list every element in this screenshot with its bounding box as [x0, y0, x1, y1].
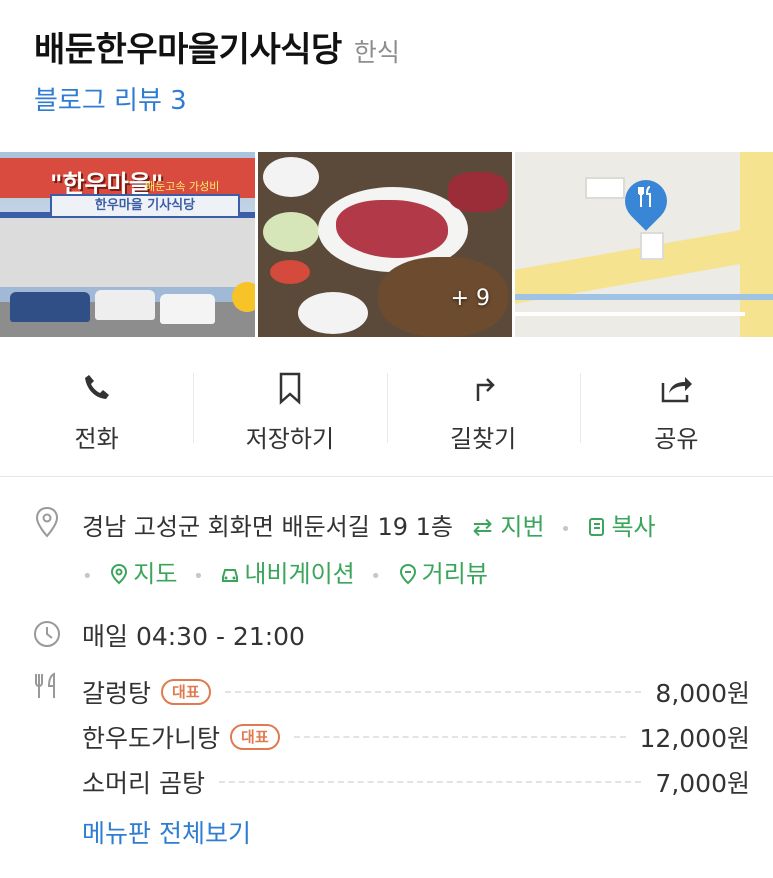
bookmark-icon [279, 372, 301, 405]
photo-more-count[interactable]: + 9 [451, 286, 490, 311]
photo-storefront[interactable]: "한우마을" 배둔고속 가성비 한우마을 기사식당 [0, 152, 255, 337]
menu-item: 소머리 곰탕 7,000원 [82, 759, 750, 804]
photo-banner-subtext: 배둔고속 가성비 [145, 180, 220, 193]
separator-dot: • [370, 566, 382, 587]
place-info: 경남 고성군 회화면 배둔서길 19 1층 ⇄ 지번 • 복사 • 지도 • 내… [30, 505, 750, 850]
dotted-leader [218, 780, 642, 783]
copy-icon [589, 518, 605, 536]
share-icon [662, 377, 693, 403]
menu-item-price: 12,000원 [639, 723, 750, 753]
menu-item-price: 7,000원 [655, 768, 750, 798]
restaurant-icon [636, 186, 656, 208]
address-row: 경남 고성군 회화면 배둔서길 19 1층 ⇄ 지번 • 복사 • 지도 • 내… [30, 505, 750, 599]
menu-item-name: 한우도가니탕 [82, 723, 221, 753]
street-view-icon [399, 563, 416, 585]
map-road [740, 152, 773, 337]
directions-icon [476, 378, 495, 401]
dotted-leader [293, 735, 626, 738]
directions-label: 길찾기 [450, 425, 517, 453]
map-water [515, 294, 773, 300]
photo-side-dish [263, 212, 319, 252]
map-road-line [515, 312, 745, 316]
business-hours: 매일 04:30 - 21:00 [82, 622, 305, 651]
photo-car [95, 290, 155, 320]
clock-icon [34, 621, 60, 647]
menu-item: 갈렁탕 대표 8,000원 [82, 669, 750, 714]
map-label: 지도 [133, 560, 178, 588]
share-button[interactable]: 공유 [579, 337, 773, 476]
blog-review-link[interactable]: 블로그 리뷰 3 [34, 80, 187, 117]
hours-row: 매일 04:30 - 21:00 [30, 617, 750, 657]
photo-strip: "한우마을" 배둔고속 가성비 한우마을 기사식당 + 9 [0, 152, 773, 337]
map-link[interactable]: 지도 [108, 560, 185, 588]
call-button[interactable]: 전화 [0, 337, 193, 476]
share-label: 공유 [654, 425, 699, 453]
action-bar: 전화 저장하기 길찾기 공유 [0, 337, 773, 477]
separator-dot: • [560, 519, 571, 540]
photo-building-sign: 한우마을 기사식당 [50, 194, 240, 218]
photo-car [160, 294, 215, 324]
call-label: 전화 [74, 425, 119, 453]
photo-side-dish [263, 157, 319, 197]
map-block [640, 232, 664, 260]
photo-banner: "한우마을" 배둔고속 가성비 [0, 158, 255, 198]
jibun-label: 지번 [500, 513, 545, 541]
signature-badge: 대표 [230, 723, 280, 750]
jibun-toggle[interactable]: ⇄ 지번 [473, 513, 553, 541]
separator-dot: • [193, 566, 204, 587]
mini-map[interactable] [515, 152, 773, 337]
photo-sauce-dish [270, 260, 310, 284]
view-full-menu-link[interactable]: 메뉴판 전체보기 [82, 814, 251, 850]
place-name: 배둔한우마을기사식당 [34, 30, 342, 70]
location-pin-icon [35, 506, 59, 538]
copy-address-button[interactable]: 복사 [586, 513, 656, 541]
save-button[interactable]: 저장하기 [193, 337, 386, 476]
photo-empty-bowl [298, 292, 368, 334]
map-pin-icon [111, 563, 128, 585]
place-header: 배둔한우마을기사식당 한식 블로그 리뷰 3 [34, 22, 754, 117]
photo-building [0, 212, 255, 287]
street-view-link[interactable]: 거리뷰 [397, 560, 488, 588]
car-icon [222, 569, 239, 582]
menu-item-name: 소머리 곰탕 [82, 768, 205, 798]
signature-badge: 대표 [161, 678, 211, 705]
copy-label: 복사 [611, 513, 656, 541]
photo-food[interactable]: + 9 [258, 152, 512, 337]
photo-car [10, 292, 90, 322]
navigation-link[interactable]: 내비게이션 [219, 560, 362, 588]
menu-item-name: 갈렁탕 [82, 678, 152, 708]
utensils-icon [35, 672, 55, 698]
address-text: 경남 고성군 회화면 배둔서길 19 1층 [82, 513, 453, 541]
save-label: 저장하기 [245, 425, 335, 453]
separator-dot: • [82, 566, 93, 587]
menu-item: 한우도가니탕 대표 12,000원 [82, 714, 750, 759]
photo-emoji-sticker [232, 282, 255, 312]
dotted-leader [224, 690, 642, 693]
menu-row: 갈렁탕 대표 8,000원 한우도가니탕 대표 12,000원 소머리 곰탕 7… [30, 669, 750, 850]
map-block [585, 177, 625, 199]
phone-icon [84, 375, 109, 399]
directions-button[interactable]: 길찾기 [386, 337, 580, 476]
place-category: 한식 [353, 38, 400, 67]
menu-item-price: 8,000원 [655, 678, 750, 708]
navigation-label: 내비게이션 [244, 560, 355, 588]
street-view-label: 거리뷰 [421, 560, 488, 588]
swap-icon: ⇄ [472, 513, 493, 541]
photo-beef-board [448, 172, 508, 212]
